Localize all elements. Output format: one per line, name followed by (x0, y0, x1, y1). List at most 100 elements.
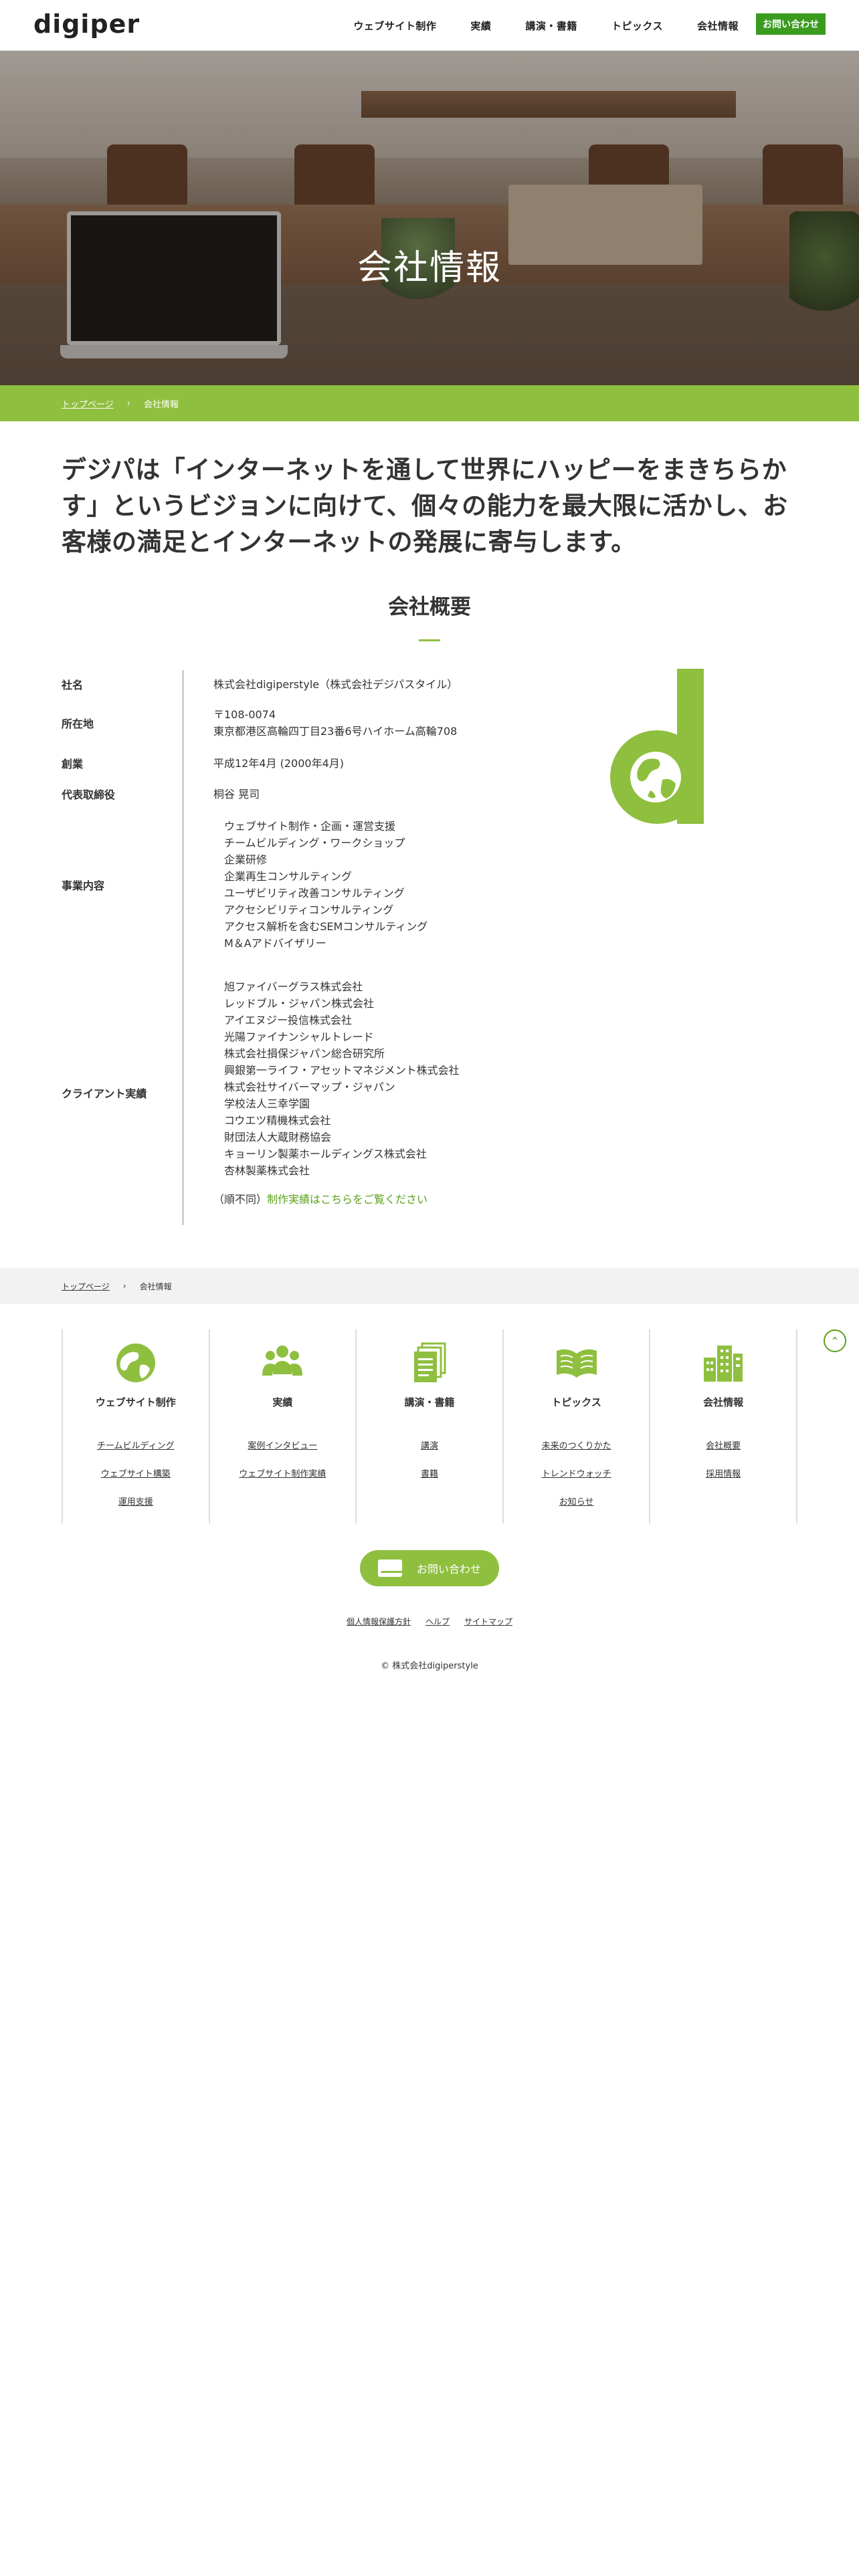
footer-link[interactable]: ウェブサイト制作実績 (239, 1467, 326, 1479)
row-label: 創業 (62, 758, 84, 770)
row-label: 事業内容 (62, 879, 105, 892)
clients-note-line: （順不同）制作実績はこちらをご覧ください (213, 1191, 490, 1208)
breadcrumb-home-link[interactable]: トップページ (62, 1281, 110, 1292)
row-label: 所在地 (62, 718, 94, 730)
breadcrumb-current: 会社情報 (143, 399, 179, 410)
footer-links: 講演 書籍 (421, 1438, 438, 1479)
footer-column: 実績 案例インタビュー ウェブサイト制作実績 (210, 1329, 357, 1523)
clients-note: （順不同） (213, 1192, 268, 1206)
footer-link[interactable]: 講演 (421, 1438, 438, 1451)
row-value: ウェブサイト制作・企画・運営支援 チームビルディング・ワークショップ 企業研修 … (182, 809, 490, 960)
footer-link[interactable]: お知らせ (559, 1495, 594, 1507)
footer-breadcrumb-bar: トップページ › 会社情報 (0, 1268, 859, 1304)
list-item: 企業再生コンサルティング (224, 870, 353, 883)
list-item: 光陽ファイナンシャルトレード (224, 1030, 374, 1043)
footer-link[interactable]: 書籍 (421, 1467, 438, 1479)
footer-link[interactable]: ウェブサイト構築 (101, 1467, 171, 1479)
nav-company[interactable]: 会社情報 (697, 19, 739, 33)
footer-link[interactable]: 案例インタビュー (248, 1438, 317, 1451)
nav-web-production[interactable]: ウェブサイト制作 (353, 19, 436, 33)
row-value: 〒108-0074 東京都港区高輪四丁目23番6号ハイホーム高輪708 (182, 698, 490, 748)
breadcrumb: トップページ › 会社情報 (62, 1268, 172, 1304)
footer-links: 未来のつくりかた トレンドウォッチ お知らせ (542, 1438, 611, 1507)
founded-date: 平成12年4月 (2000年4月) (213, 756, 345, 770)
row-value: 株式会社digiperstyle（株式会社デジパスタイル） (182, 670, 490, 698)
footer-column-title: 講演・書籍 (404, 1396, 455, 1408)
global-nav: ウェブサイト制作 実績 講演・書籍 トピックス 会社情報 (353, 0, 739, 51)
address: 東京都港区高輪四丁目23番6号ハイホーム高輪708 (213, 725, 458, 738)
footer-link[interactable]: チームビルディング (97, 1438, 175, 1451)
row-value: 平成12年4月 (2000年4月) (182, 748, 490, 778)
footer-link[interactable]: 運用支援 (118, 1495, 153, 1507)
nav-works[interactable]: 実績 (470, 19, 491, 33)
list-item: 旭ファイバーグラス株式会社 (224, 980, 363, 993)
footer-link[interactable]: 採用情報 (706, 1467, 741, 1479)
building-icon (702, 1341, 745, 1384)
chevron-up-icon: ⌃ (830, 1334, 840, 1348)
nav-topics[interactable]: トピックス (611, 19, 663, 33)
footer-links: 会社概要 採用情報 (706, 1438, 741, 1479)
list-item: 財団法人大蔵財務協会 (224, 1130, 332, 1144)
footer-link[interactable]: 会社概要 (706, 1438, 741, 1451)
globe-icon (114, 1341, 157, 1384)
footer-column: ウェブサイト制作 チームビルディング ウェブサイト構築 運用支援 (63, 1329, 210, 1523)
hero-overlay (0, 51, 859, 385)
footer-contact-button[interactable]: お問い合わせ (360, 1550, 499, 1586)
list-item: コウエツ精機株式会社 (224, 1113, 331, 1127)
footer-column: 講演・書籍 講演 書籍 (357, 1329, 504, 1523)
footer-legal-links: 個人情報保護方針 ヘルプ サイトマップ (0, 1616, 859, 1627)
table-row: 創業 平成12年4月 (2000年4月) (62, 748, 490, 778)
list-item: ウェブサイト制作・企画・運営支援 (224, 820, 396, 833)
breadcrumb-current: 会社情報 (139, 1281, 172, 1291)
works-link[interactable]: 制作実績はこちらをご覧ください (267, 1193, 427, 1206)
ceo-name: 桐谷 晃司 (213, 787, 260, 800)
table-row: クライアント実績 旭ファイバーグラス株式会社 レッドブル・ジャパン株式会社 アイ… (62, 960, 490, 1225)
footer-link[interactable]: 未来のつくりかた (542, 1438, 611, 1451)
company-overview-table: 社名 株式会社digiperstyle（株式会社デジパスタイル） 所在地 〒10… (62, 670, 490, 1225)
sitemap-link[interactable]: サイトマップ (464, 1616, 512, 1627)
row-label: 代表取締役 (62, 788, 116, 801)
footer-column-title: 会社情報 (703, 1396, 744, 1408)
list-item: キョーリン製薬ホールディングス株式会社 (224, 1147, 427, 1160)
copyright: © 株式会社digiperstyle (381, 1661, 478, 1671)
footer-nav: ウェブサイト制作 チームビルディング ウェブサイト構築 運用支援 実績 案例イン… (62, 1329, 797, 1523)
footer-link[interactable]: トレンドウォッチ (542, 1467, 611, 1479)
site-logo[interactable]: digiper (33, 9, 140, 39)
book-icon (555, 1341, 598, 1384)
breadcrumb-home-link[interactable]: トップページ (62, 397, 114, 410)
footer-column: トピックス 未来のつくりかた トレンドウォッチ お知らせ (504, 1329, 651, 1523)
page-title: 会社情報 (357, 248, 502, 288)
list-item: 企業研修 (224, 853, 268, 866)
row-label: クライアント実績 (62, 1087, 147, 1100)
table-row: 代表取締役 桐谷 晃司 (62, 778, 490, 809)
footer-column: 会社情報 会社概要 採用情報 (650, 1329, 797, 1523)
back-to-top-button[interactable]: ⌃ (824, 1329, 846, 1352)
help-link[interactable]: ヘルプ (425, 1616, 450, 1627)
row-label: 社名 (62, 679, 84, 691)
documents-icon (408, 1341, 451, 1384)
footer-column-title: トピックス (551, 1396, 601, 1408)
list-item: 株式会社サイバーマップ・ジャパン (224, 1080, 395, 1093)
list-item: 杏林製薬株式会社 (224, 1164, 310, 1177)
list-item: M＆Aアドバイザリー (224, 937, 326, 950)
list-item: アクセシビリティコンサルティング (224, 903, 394, 916)
footer-contact-label: お問い合わせ (416, 1563, 481, 1576)
list-item: 学校法人三幸学園 (224, 1097, 310, 1110)
list-item: 株式会社損保ジャパン総合研究所 (224, 1047, 385, 1060)
mail-icon (377, 1560, 402, 1577)
list-item: アイエヌジー投信株式会社 (224, 1013, 353, 1027)
footer-column-title: 実績 (272, 1396, 293, 1408)
list-item: ユーザビリティ改善コンサルティング (224, 887, 405, 899)
table-row: 事業内容 ウェブサイト制作・企画・運営支援 チームビルディング・ワークショップ … (62, 809, 490, 960)
section-title: 会社概要 (388, 595, 471, 619)
privacy-policy-link[interactable]: 個人情報保護方針 (347, 1616, 411, 1627)
header-contact-button[interactable]: お問い合わせ (756, 13, 826, 35)
breadcrumb: トップページ › 会社情報 (62, 385, 179, 421)
list-item: チームビルディング・ワークショップ (224, 837, 405, 849)
list-item: レッドブル・ジャパン株式会社 (224, 996, 375, 1010)
people-icon (261, 1341, 304, 1384)
breadcrumb-separator: › (126, 398, 130, 409)
nav-lectures-books[interactable]: 講演・書籍 (525, 19, 577, 33)
footer-links: チームビルディング ウェブサイト構築 運用支援 (97, 1438, 175, 1507)
breadcrumb-separator: › (122, 1281, 126, 1291)
